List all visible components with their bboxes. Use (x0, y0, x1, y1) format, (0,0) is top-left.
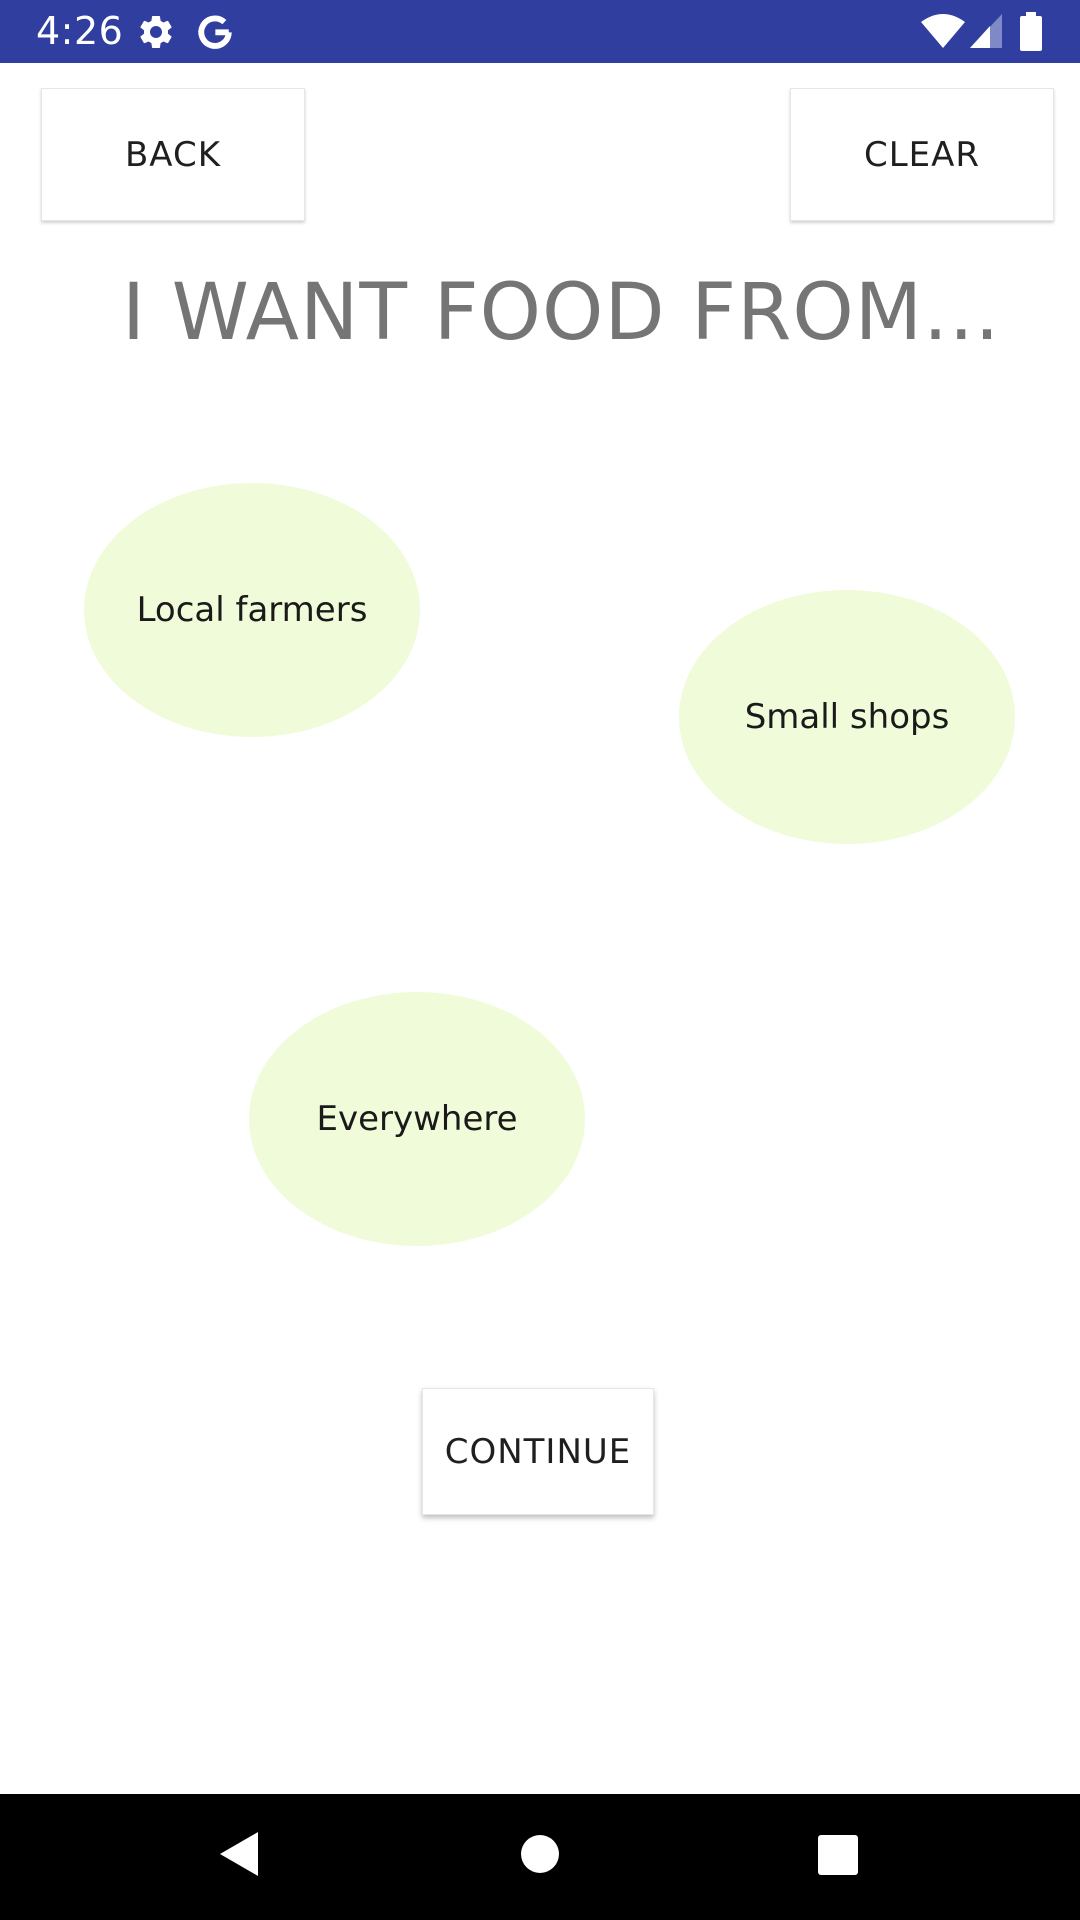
option-label: Everywhere (316, 1099, 518, 1139)
settings-icon (136, 12, 176, 57)
app-content: BACK CLEAR I WANT FOOD FROM... Local far… (0, 63, 1080, 1794)
option-small-shops[interactable]: Small shops (679, 590, 1015, 844)
home-icon[interactable] (519, 1833, 561, 1880)
back-button[interactable]: BACK (41, 88, 305, 221)
wifi-icon (920, 12, 966, 57)
continue-button[interactable]: CONTINUE (422, 1388, 654, 1515)
status-bar: 4:26 (0, 0, 1080, 63)
battery-icon (1019, 12, 1043, 57)
option-label: Small shops (744, 697, 950, 737)
recents-icon[interactable] (817, 1834, 859, 1881)
cellular-signal-icon (968, 12, 1004, 55)
status-time: 4:26 (36, 9, 124, 53)
page-title: I WANT FOOD FROM... (122, 268, 1001, 358)
option-everywhere[interactable]: Everywhere (249, 992, 585, 1246)
navigation-bar (0, 1794, 1080, 1920)
google-icon (193, 10, 237, 59)
option-label: Local farmers (136, 590, 368, 630)
clear-button[interactable]: CLEAR (790, 88, 1054, 221)
option-local-farmers[interactable]: Local farmers (84, 483, 420, 737)
back-icon[interactable] (218, 1830, 260, 1883)
